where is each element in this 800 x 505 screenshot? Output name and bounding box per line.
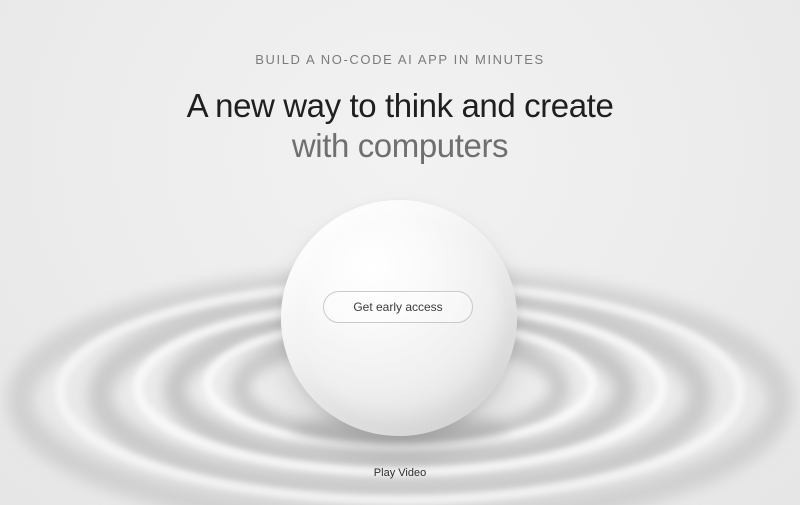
headline-line-primary: A new way to think and create bbox=[186, 87, 614, 124]
get-early-access-button[interactable]: Get early access bbox=[323, 291, 473, 323]
eyebrow-tagline: BUILD A NO-CODE AI APP IN MINUTES bbox=[255, 52, 545, 67]
hero-section: BUILD A NO-CODE AI APP IN MINUTES A new … bbox=[0, 0, 800, 505]
page-headline: A new way to think and create with compu… bbox=[0, 86, 800, 166]
headline-line-secondary: with computers bbox=[291, 127, 509, 164]
play-video-button[interactable]: Play Video bbox=[350, 464, 450, 482]
